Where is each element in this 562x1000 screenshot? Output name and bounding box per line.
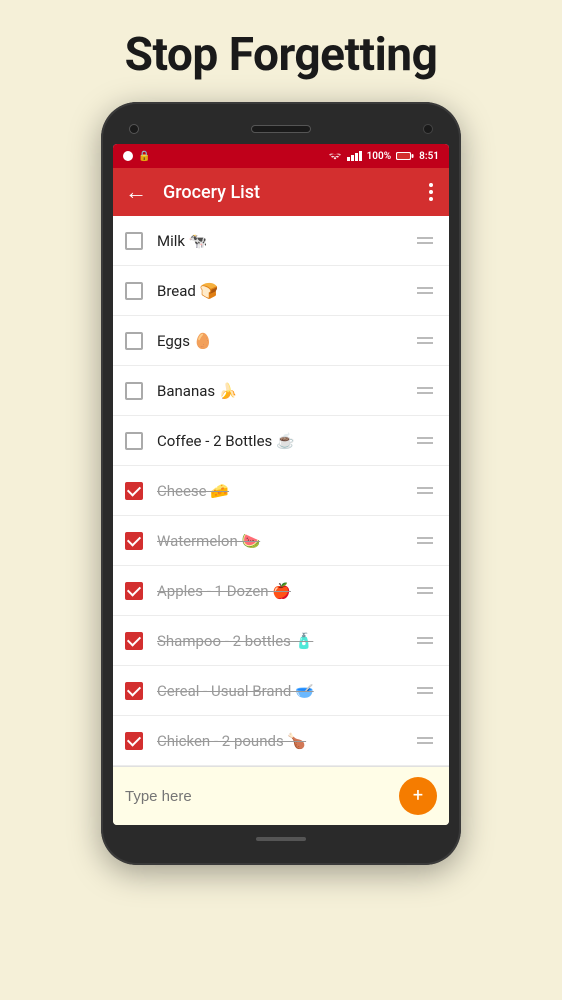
- list-item[interactable]: Apples - 1 Dozen 🍎: [113, 566, 449, 616]
- drag-handle-9[interactable]: [413, 633, 437, 648]
- list-item[interactable]: Cereal - Usual Brand 🥣: [113, 666, 449, 716]
- item-text-4: Bananas 🍌: [157, 382, 413, 400]
- page-title: Stop Forgetting: [0, 0, 562, 102]
- time-display: 8:51: [419, 151, 439, 162]
- item-text-8: Apples - 1 Dozen 🍎: [157, 582, 413, 600]
- battery-level: 100%: [367, 151, 392, 162]
- drag-handle-1[interactable]: [413, 233, 437, 248]
- checkbox-2[interactable]: [125, 282, 143, 300]
- drag-handle-7[interactable]: [413, 533, 437, 548]
- item-text-10: Cereal - Usual Brand 🥣: [157, 682, 413, 700]
- grocery-list: Milk 🐄 Bread 🍞 Eggs 🥚 Bananas 🍌 Coffee - 2 B…: [113, 216, 449, 766]
- list-item[interactable]: Milk 🐄: [113, 216, 449, 266]
- checkbox-5[interactable]: [125, 432, 143, 450]
- checkbox-7[interactable]: [125, 532, 143, 550]
- checkbox-4[interactable]: [125, 382, 143, 400]
- battery-icon: [396, 151, 414, 161]
- phone-bottom-bar: [113, 825, 449, 847]
- checkbox-3[interactable]: [125, 332, 143, 350]
- lock-icon: 🔒: [138, 151, 150, 162]
- phone-top-bar: [113, 120, 449, 144]
- checkbox-9[interactable]: [125, 632, 143, 650]
- more-button[interactable]: [425, 179, 437, 205]
- phone-container: 🔒 100%: [101, 102, 461, 865]
- drag-handle-8[interactable]: [413, 583, 437, 598]
- list-item[interactable]: Bread 🍞: [113, 266, 449, 316]
- list-item[interactable]: Eggs 🥚: [113, 316, 449, 366]
- wifi-icon: [328, 151, 342, 161]
- phone-screen: 🔒 100%: [113, 144, 449, 825]
- app-bar: ← Grocery List: [113, 168, 449, 216]
- phone-sensor: [423, 124, 433, 134]
- checkbox-1[interactable]: [125, 232, 143, 250]
- list-item[interactable]: Cheese 🧀: [113, 466, 449, 516]
- item-text-3: Eggs 🥚: [157, 332, 413, 350]
- item-text-6: Cheese 🧀: [157, 482, 413, 500]
- phone-shell: 🔒 100%: [101, 102, 461, 865]
- add-icon: +: [413, 787, 423, 805]
- item-text-9: Shampoo - 2 bottles 🧴: [157, 632, 413, 650]
- list-item[interactable]: Watermelon 🍉: [113, 516, 449, 566]
- item-text-11: Chicken - 2 pounds 🍗: [157, 732, 413, 750]
- item-text-5: Coffee - 2 Bottles ☕: [157, 432, 413, 450]
- input-bar: +: [113, 766, 449, 825]
- front-camera: [129, 124, 139, 134]
- list-item[interactable]: Chicken - 2 pounds 🍗: [113, 716, 449, 766]
- list-item[interactable]: Coffee - 2 Bottles ☕: [113, 416, 449, 466]
- back-button[interactable]: ←: [125, 179, 147, 205]
- add-button[interactable]: +: [399, 777, 437, 815]
- checkbox-10[interactable]: [125, 682, 143, 700]
- list-item[interactable]: Bananas 🍌: [113, 366, 449, 416]
- drag-handle-10[interactable]: [413, 683, 437, 698]
- item-text-2: Bread 🍞: [157, 282, 413, 300]
- drag-handle-6[interactable]: [413, 483, 437, 498]
- type-here-input[interactable]: [125, 788, 399, 805]
- home-indicator: [256, 837, 306, 841]
- status-left: 🔒: [123, 151, 150, 162]
- list-item[interactable]: Shampoo - 2 bottles 🧴: [113, 616, 449, 666]
- status-right: 100% 8:51: [328, 151, 439, 162]
- app-bar-title: Grocery List: [163, 182, 425, 203]
- drag-handle-11[interactable]: [413, 733, 437, 748]
- phone-speaker: [251, 125, 311, 133]
- drag-handle-3[interactable]: [413, 333, 437, 348]
- checkbox-11[interactable]: [125, 732, 143, 750]
- checkbox-8[interactable]: [125, 582, 143, 600]
- status-bar: 🔒 100%: [113, 144, 449, 168]
- drag-handle-2[interactable]: [413, 283, 437, 298]
- item-text-1: Milk 🐄: [157, 232, 413, 250]
- drag-handle-5[interactable]: [413, 433, 437, 448]
- signal-icon: [347, 151, 362, 161]
- item-text-7: Watermelon 🍉: [157, 532, 413, 550]
- status-dot: [123, 151, 133, 161]
- checkbox-6[interactable]: [125, 482, 143, 500]
- drag-handle-4[interactable]: [413, 383, 437, 398]
